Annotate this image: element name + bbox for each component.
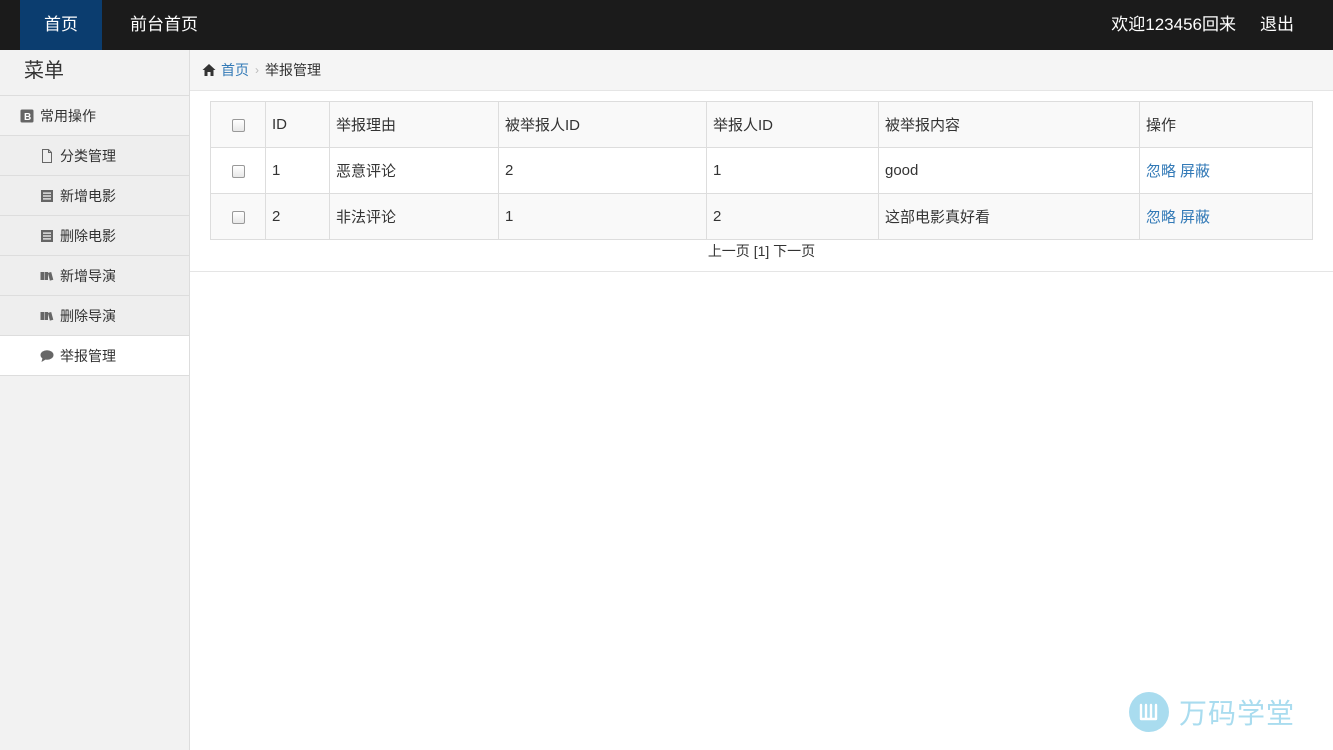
comment-icon (40, 349, 54, 363)
sidebar-item-add-movie[interactable]: 新增电影 (0, 176, 189, 216)
sidebar-item-label: 删除导演 (60, 307, 116, 324)
sidebar-item-add-director[interactable]: 新增导演 (0, 256, 189, 296)
watermark-logo-icon (1128, 692, 1169, 732)
breadcrumb-home-link[interactable]: 首页 (221, 60, 249, 80)
welcome-text: 欢迎123456回来 (1111, 15, 1236, 34)
svg-text:B: B (24, 112, 31, 123)
table-header-row: ID 举报理由 被举报人ID 举报人ID 被举报内容 操作 (210, 101, 1313, 148)
col-header-actions: 操作 (1139, 101, 1313, 148)
block-link[interactable]: 屏蔽 (1180, 209, 1210, 226)
sidebar-item-label: 新增电影 (60, 187, 116, 204)
cell-reason: 恶意评论 (329, 147, 499, 194)
cell-reported-id: 2 (498, 147, 707, 194)
col-header-id: ID (265, 101, 330, 148)
ignore-link[interactable]: 忽略 (1146, 163, 1176, 180)
bold-box-icon: B (20, 109, 34, 123)
sidebar-item-reports[interactable]: 举报管理 (0, 336, 189, 376)
sidebar-item-label: 分类管理 (60, 147, 116, 164)
sidebar-item-label: 删除电影 (60, 227, 116, 244)
block-link[interactable]: 屏蔽 (1180, 163, 1210, 180)
sidebar-item-delete-director[interactable]: 删除导演 (0, 296, 189, 336)
cell-reported-id: 1 (498, 193, 707, 240)
sidebar-item-label: 举报管理 (60, 347, 116, 364)
books-icon (40, 269, 54, 283)
row-checkbox[interactable] (231, 210, 245, 224)
cell-reporter-id: 1 (706, 147, 879, 194)
ignore-link[interactable]: 忽略 (1146, 209, 1176, 226)
watermark: 万码学堂 (1128, 692, 1295, 732)
home-icon (202, 63, 216, 77)
watermark-text: 万码学堂 (1178, 698, 1295, 729)
file-icon (40, 148, 54, 163)
cell-actions: 忽略 屏蔽 (1139, 193, 1313, 240)
select-all-cell (210, 101, 266, 148)
cell-content: 这部电影真好看 (878, 193, 1140, 240)
col-header-reason: 举报理由 (329, 101, 499, 148)
sidebar: 菜单 B 常用操作 分类管理 新增电影 删除电影 新增导演 删除导演 举报管理 (0, 50, 190, 750)
cell-reporter-id: 2 (706, 193, 879, 240)
cell-id: 1 (265, 147, 330, 194)
cell-id: 2 (265, 193, 330, 240)
sidebar-item-label: 新增导演 (60, 267, 116, 284)
list-icon (40, 229, 54, 243)
nav-home[interactable]: 首页 (20, 0, 102, 50)
sidebar-item-delete-movie[interactable]: 删除电影 (0, 216, 189, 256)
books-icon (40, 309, 54, 323)
sidebar-group-label: 常用操作 (40, 107, 96, 124)
chevron-right-icon: › (255, 63, 259, 77)
cell-content: good (878, 147, 1140, 194)
row-select-cell (210, 147, 266, 194)
breadcrumb-current: 举报管理 (265, 62, 321, 78)
menu-title: 菜单 (0, 50, 189, 96)
list-icon (40, 189, 54, 203)
nav-front-home[interactable]: 前台首页 (118, 0, 210, 50)
col-header-reported-id: 被举报人ID (498, 101, 707, 148)
table-row: 1 恶意评论 2 1 good 忽略 屏蔽 (210, 147, 1313, 194)
cell-actions: 忽略 屏蔽 (1139, 147, 1313, 194)
logout-link[interactable]: 退出 (1260, 0, 1294, 50)
reports-table: ID 举报理由 被举报人ID 举报人ID 被举报内容 操作 1 恶意评论 2 1… (210, 101, 1313, 240)
pagination[interactable]: 上一页 [1] 下一页 (190, 241, 1333, 261)
table-row: 2 非法评论 1 2 这部电影真好看 忽略 屏蔽 (210, 193, 1313, 240)
col-header-reporter-id: 举报人ID (706, 101, 879, 148)
main-content: ID 举报理由 被举报人ID 举报人ID 被举报内容 操作 1 恶意评论 2 1… (190, 91, 1333, 272)
row-checkbox[interactable] (231, 164, 245, 178)
sidebar-item-category[interactable]: 分类管理 (0, 136, 189, 176)
cell-reason: 非法评论 (329, 193, 499, 240)
select-all-checkbox[interactable] (231, 118, 245, 132)
breadcrumb: 首页 › 举报管理 (190, 50, 1333, 91)
row-select-cell (210, 193, 266, 240)
top-navbar: 首页 前台首页 欢迎123456回来 退出 (0, 0, 1333, 50)
col-header-content: 被举报内容 (878, 101, 1140, 148)
sidebar-group-common[interactable]: B 常用操作 (0, 96, 189, 136)
